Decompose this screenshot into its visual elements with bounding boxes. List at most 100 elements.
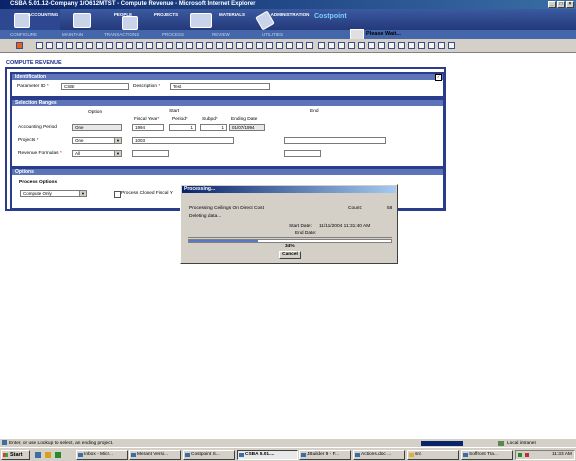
copy-icon[interactable]: [76, 42, 83, 49]
task-soffront[interactable]: Soffront Tra...: [461, 450, 513, 460]
chevron-down-icon[interactable]: ▼: [114, 151, 121, 156]
attach-icon[interactable]: [246, 42, 253, 49]
import-icon[interactable]: [338, 42, 345, 49]
chevron-down-icon[interactable]: ▼: [114, 138, 121, 143]
status-icon[interactable]: [368, 42, 375, 49]
task-costpoint[interactable]: Costpoint S...: [183, 450, 235, 460]
history-icon[interactable]: [398, 42, 405, 49]
task-inbox[interactable]: Inbox - Micr...: [76, 450, 128, 460]
calendar-icon[interactable]: [226, 42, 233, 49]
subnav-configure[interactable]: CONFIGURE: [10, 30, 37, 39]
minimize-button[interactable]: _: [548, 1, 556, 8]
filter-icon[interactable]: [196, 42, 203, 49]
save-icon[interactable]: [56, 42, 63, 49]
table-view-icon[interactable]: [156, 42, 163, 49]
chevron-down-icon[interactable]: ▼: [79, 191, 86, 196]
subnav-transactions[interactable]: TRANSACTIONS: [104, 30, 139, 39]
new-icon[interactable]: [36, 42, 43, 49]
intranet-icon: [498, 441, 504, 446]
stop-icon[interactable]: [388, 42, 395, 49]
module-tab-accounting[interactable]: ACCOUNTING: [0, 9, 60, 30]
maximize-button[interactable]: □: [557, 1, 565, 8]
module-tab-materials[interactable]: MATERIALS: [212, 9, 252, 30]
task-src[interactable]: src: [407, 450, 459, 460]
window-title-bar: CSBA 5.01.12-Company 1/O612MTST - Comput…: [0, 0, 576, 9]
spell-check-icon[interactable]: [418, 42, 425, 49]
toolbar: [0, 39, 576, 53]
subpd-input[interactable]: 1: [200, 124, 227, 131]
module-tab-people[interactable]: [62, 9, 100, 30]
edit-icon[interactable]: [408, 42, 415, 49]
task-csba-active[interactable]: CSBA 5.01....: [237, 450, 298, 460]
module-tab-people-label[interactable]: PEOPLE: [100, 9, 146, 30]
chart-icon[interactable]: [266, 42, 273, 49]
ending-date-label: Ending Date: [231, 117, 258, 122]
revenue-formulas-end-input[interactable]: [284, 150, 321, 157]
grid-icon[interactable]: [256, 42, 263, 49]
module-tab-administration[interactable]: ADMINISTRATION: [252, 9, 312, 31]
security-icon[interactable]: [438, 42, 445, 49]
refresh-icon[interactable]: [296, 42, 303, 49]
system-tray: 11:33 AM: [515, 450, 575, 460]
zoom-icon[interactable]: [276, 42, 283, 49]
identification-checkbox[interactable]: ✓: [435, 74, 442, 81]
schedule-icon[interactable]: [348, 42, 355, 49]
process-icon[interactable]: [318, 42, 325, 49]
period-input[interactable]: 1: [169, 124, 196, 131]
parameter-id-label: Parameter ID: [17, 84, 46, 89]
print-icon[interactable]: [186, 42, 193, 49]
mail-icon[interactable]: [428, 42, 435, 49]
parameter-id-input[interactable]: CSBI: [61, 83, 129, 90]
network-icon[interactable]: [518, 453, 522, 457]
log-icon[interactable]: [358, 42, 365, 49]
form-view-icon[interactable]: [166, 42, 173, 49]
antivirus-icon[interactable]: [525, 453, 529, 457]
report-icon[interactable]: [176, 42, 183, 49]
description-input[interactable]: Test: [170, 83, 270, 90]
projects-option-select[interactable]: One ▼: [72, 137, 122, 144]
subnav-review[interactable]: REVIEW: [212, 30, 230, 39]
start-column-header: Start: [169, 109, 180, 114]
subnav-process[interactable]: PROCESS: [162, 30, 184, 39]
delete-icon[interactable]: [66, 42, 73, 49]
paste-icon[interactable]: [86, 42, 93, 49]
subnav-utilities[interactable]: UTILITIES: [262, 30, 283, 39]
task-merant[interactable]: Merant Versi...: [129, 450, 181, 460]
ie-quicklaunch-icon[interactable]: [35, 452, 41, 458]
notes-icon[interactable]: [236, 42, 243, 49]
settings-icon[interactable]: [306, 42, 313, 49]
process-closed-checkbox[interactable]: [114, 191, 121, 198]
task-actions-doc[interactable]: Actions.doc ...: [353, 450, 405, 460]
outlook-quicklaunch-icon[interactable]: [45, 452, 51, 458]
calculator-icon[interactable]: [216, 42, 223, 49]
find-icon[interactable]: [286, 42, 293, 49]
next-record-icon[interactable]: [116, 42, 123, 49]
open-icon[interactable]: [46, 42, 53, 49]
help-icon[interactable]: [448, 42, 455, 49]
last-record-icon[interactable]: [126, 42, 133, 49]
cancel-button[interactable]: Cancel: [279, 251, 301, 259]
lookup-icon[interactable]: [146, 42, 153, 49]
count-label: Count:: [348, 206, 363, 211]
sort-icon[interactable]: [206, 42, 213, 49]
revenue-formulas-option-select[interactable]: All ▼: [72, 150, 122, 157]
subnav-maintain[interactable]: MAINTAIN: [62, 30, 83, 39]
desktop-quicklaunch-icon[interactable]: [55, 452, 61, 458]
projects-end-input[interactable]: [284, 137, 386, 144]
start-button[interactable]: Start: [1, 450, 30, 460]
people-icon: [73, 13, 91, 28]
revenue-formulas-start-input[interactable]: [132, 150, 169, 157]
exit-icon[interactable]: [16, 42, 23, 49]
close-button[interactable]: ×: [566, 1, 574, 8]
fiscal-year-input[interactable]: 1994: [132, 124, 164, 131]
run-icon[interactable]: [378, 42, 385, 49]
projects-start-input[interactable]: 1003: [132, 137, 234, 144]
process-options-select[interactable]: Compute Only ▼: [20, 190, 87, 197]
previous-record-icon[interactable]: [106, 42, 113, 49]
export-icon[interactable]: [328, 42, 335, 49]
task-jbuilder[interactable]: JBuilder 9 - F...: [299, 450, 351, 460]
costpoint-logo: Costpoint: [314, 13, 347, 20]
module-tab-projects[interactable]: PROJECTS: [146, 9, 212, 30]
first-record-icon[interactable]: [96, 42, 103, 49]
query-icon[interactable]: [136, 42, 143, 49]
